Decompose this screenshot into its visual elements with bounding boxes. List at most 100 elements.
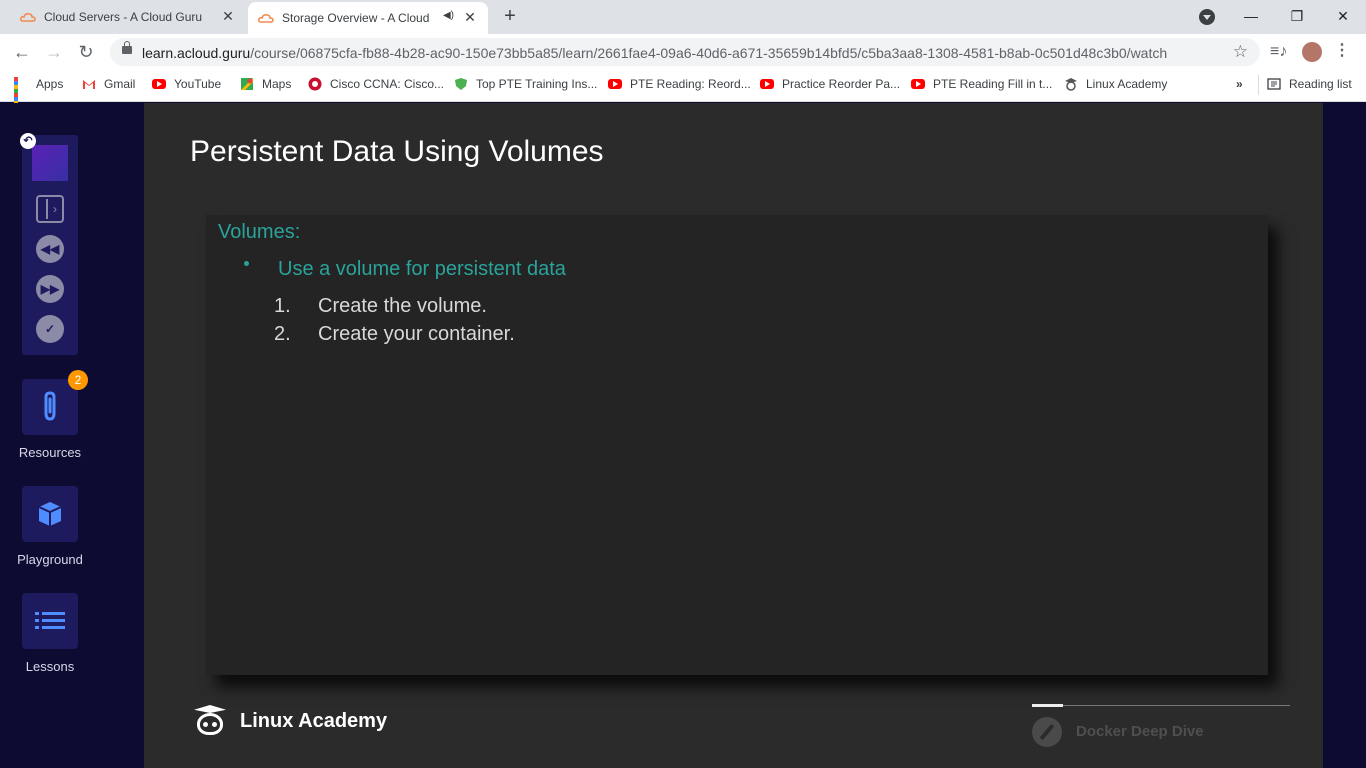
video-player[interactable]: Persistent Data Using Volumes Volumes: U… (144, 103, 1323, 768)
list-icon (35, 612, 65, 629)
bookmark-cisco[interactable]: Cisco CCNA: Cisco... (308, 77, 444, 91)
media-control-icon[interactable]: ≡♪ (1270, 43, 1287, 61)
back-to-course-icon[interactable]: ↶ (20, 133, 36, 149)
bookmark-label: YouTube (174, 77, 222, 91)
mark-complete-icon[interactable]: ✓ (36, 315, 64, 343)
bookmark-pte-training[interactable]: Top PTE Training Ins... (454, 77, 597, 91)
reading-list-label: Reading list (1289, 77, 1352, 91)
close-tab-icon[interactable]: ✕ (220, 8, 236, 24)
bookmark-pte-reading-reorder[interactable]: PTE Reading: Reord... (608, 77, 751, 91)
reading-list-icon (1267, 78, 1281, 90)
reload-icon[interactable]: ↻ (74, 40, 98, 64)
previous-lesson-icon[interactable]: ◀◀ (36, 235, 64, 263)
youtube-icon (760, 79, 774, 89)
resources-count-badge: 2 (68, 370, 88, 390)
bookmark-apps[interactable]: Apps (14, 77, 64, 113)
bookmark-label: Practice Reorder Pa... (782, 77, 901, 91)
lock-icon[interactable] (122, 41, 132, 54)
bookmark-maps[interactable]: Maps (240, 77, 291, 91)
owl-icon (192, 705, 228, 737)
browser-toolbar: ← → ↻ learn.acloud.guru/course/06875cfa-… (0, 34, 1366, 70)
compass-icon (1032, 717, 1062, 747)
slide-title: Persistent Data Using Volumes (190, 135, 604, 168)
lessons-label: Lessons (25, 659, 75, 674)
tab-search-icon[interactable] (1199, 9, 1215, 25)
step-text: Create the volume. (318, 295, 487, 317)
more-bookmarks-icon[interactable]: » (1236, 77, 1243, 91)
forward-arrow-icon[interactable]: → (42, 40, 66, 64)
cube-icon (38, 502, 62, 526)
step-item: 2. Create your container. (274, 323, 515, 346)
course-player-page: ↶ › ◀◀ ▶▶ ✓ 2 Resources Playground Lesso… (0, 103, 1366, 768)
reading-list-button[interactable]: Reading list (1267, 77, 1352, 91)
acloudguru-cloud-icon (258, 14, 274, 23)
cisco-icon (308, 77, 322, 91)
resources-label: Resources (18, 445, 82, 460)
bookmark-label: Cisco CCNA: Cisco... (330, 77, 445, 91)
player-controls: ↶ › ◀◀ ▶▶ ✓ (20, 133, 78, 355)
linux-academy-icon (1065, 78, 1077, 91)
bookmark-youtube[interactable]: YouTube (152, 77, 221, 91)
gmail-icon (83, 80, 95, 89)
step-text: Create your container. (318, 323, 515, 345)
course-name: Docker Deep Dive (1076, 723, 1204, 740)
step-number: 1. (274, 295, 291, 317)
apps-grid-icon (14, 77, 28, 113)
youtube-icon (152, 79, 166, 89)
speaker-icon[interactable]: ◀) (443, 10, 454, 21)
bookmarks-bar: Apps Gmail YouTube Maps Cisco CCNA: Cisc… (0, 70, 1366, 113)
bookmark-label: PTE Reading: Reord... (630, 77, 751, 91)
next-lesson-icon[interactable]: ▶▶ (36, 275, 64, 303)
bookmark-label: PTE Reading Fill in t... (933, 77, 1053, 91)
url-host: learn.acloud.guru (142, 45, 251, 61)
course-thumbnail[interactable] (32, 145, 68, 181)
bookmark-linux-academy[interactable]: Linux Academy (1064, 77, 1167, 91)
back-arrow-icon[interactable]: ← (10, 40, 34, 64)
bookmark-star-icon[interactable]: ☆ (1233, 42, 1248, 62)
window-close-button[interactable]: ✕ (1328, 4, 1358, 28)
step-number: 2. (274, 323, 291, 345)
resources-button[interactable] (22, 379, 78, 435)
tab-storage-overview[interactable]: Storage Overview - A Cloud Guru ◀) ✕ (248, 2, 488, 34)
bookmark-label: Maps (262, 77, 292, 91)
close-tab-icon[interactable]: ✕ (462, 9, 478, 25)
minimize-button[interactable]: — (1236, 4, 1266, 28)
profile-avatar[interactable] (1302, 42, 1322, 62)
linux-academy-logo: Linux Academy (192, 705, 387, 737)
tab-title: Cloud Servers - A Cloud Guru (44, 10, 203, 24)
bookmark-gmail[interactable]: Gmail (82, 77, 135, 91)
youtube-icon (911, 79, 925, 89)
address-bar[interactable]: learn.acloud.guru/course/06875cfa-fb88-4… (110, 38, 1260, 66)
bookmarks-divider (1258, 75, 1259, 95)
bullet-point (244, 261, 249, 266)
tab-cloud-servers[interactable]: Cloud Servers - A Cloud Guru ✕ (8, 0, 246, 34)
toggle-panel-icon[interactable]: › (36, 195, 64, 223)
tab-strip: Cloud Servers - A Cloud Guru ✕ Storage O… (0, 0, 1366, 34)
course-sidebar: ↶ › ◀◀ ▶▶ ✓ 2 Resources Playground Lesso… (0, 103, 100, 768)
course-progress-track (1032, 705, 1290, 706)
url-text[interactable]: learn.acloud.guru/course/06875cfa-fb88-4… (142, 45, 1167, 61)
bookmark-pte-fill-in[interactable]: PTE Reading Fill in t... (911, 77, 1052, 91)
paperclip-icon (44, 391, 56, 421)
slide-heading: Volumes: (218, 221, 301, 243)
bookmark-label: Linux Academy (1086, 77, 1168, 91)
url-path: /course/06875cfa-fb88-4b28-ac90-150e73bb… (250, 45, 1168, 61)
pte-icon (455, 78, 467, 90)
bookmark-label: Apps (36, 77, 64, 91)
bookmark-label: Gmail (104, 77, 136, 91)
youtube-icon (608, 79, 622, 89)
bookmark-practice-reorder[interactable]: Practice Reorder Pa... (760, 77, 900, 91)
brand-name: Linux Academy (240, 709, 388, 732)
playground-label: Playground (17, 552, 83, 567)
playground-button[interactable] (22, 486, 78, 542)
maximize-button[interactable]: ❐ (1282, 4, 1312, 28)
new-tab-button[interactable]: + (498, 4, 522, 28)
bookmark-label: Top PTE Training Ins... (476, 77, 598, 91)
slide-content-box: Volumes: Use a volume for persistent dat… (206, 215, 1268, 675)
slide-bullet: Use a volume for persistent data (278, 258, 566, 280)
acloudguru-cloud-icon (20, 13, 36, 22)
step-item: 1. Create the volume. (274, 295, 487, 318)
more-menu-icon[interactable]: ⋮ (1334, 40, 1350, 60)
course-progress-bar (1032, 704, 1063, 707)
lessons-button[interactable] (22, 593, 78, 649)
